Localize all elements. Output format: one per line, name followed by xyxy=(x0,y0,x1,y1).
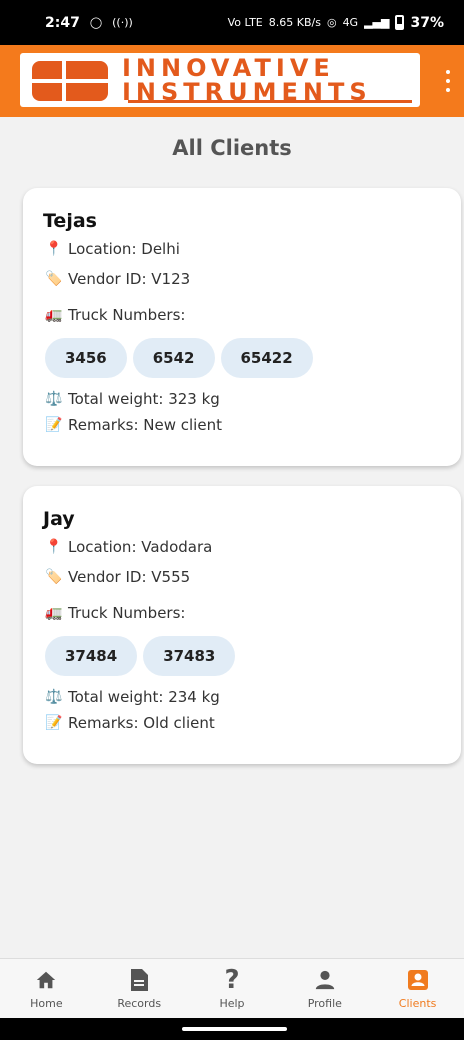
memo-icon: 📝 xyxy=(45,417,63,433)
truck-number-chip[interactable]: 65422 xyxy=(220,338,313,378)
client-name: Jay xyxy=(43,508,75,530)
tag-icon: 🏷️ xyxy=(45,271,63,287)
network-type: 4G xyxy=(342,16,359,29)
gesture-bar xyxy=(0,1018,464,1040)
client-total-weight: Total weight: 323 kg xyxy=(68,390,220,408)
scale-icon: ⚖️ xyxy=(45,391,63,407)
nav-item-home[interactable]: Home xyxy=(0,959,93,1018)
truck-number-list: 3456 6542 65422 xyxy=(45,338,441,378)
logo-text: INNOVATIVE INSTRUMENTS xyxy=(122,56,372,104)
page-title: All Clients xyxy=(172,136,292,160)
status-time: 2:47 xyxy=(45,14,80,31)
client-total-weight: Total weight: 234 kg xyxy=(68,688,220,706)
whatsapp-icon: ◯ xyxy=(89,16,103,29)
clients-icon xyxy=(406,967,430,993)
status-bar: 2:47 ◯ ((·)) Vo LTE 8.65 KB/s ◎ 4G ▂▄▆ 3… xyxy=(0,0,464,45)
battery-level: 37% xyxy=(410,14,444,31)
truck-numbers-label: Truck Numbers: xyxy=(68,306,186,324)
screen: 2:47 ◯ ((·)) Vo LTE 8.65 KB/s ◎ 4G ▂▄▆ 3… xyxy=(0,0,464,1040)
nav-label: Profile xyxy=(307,997,342,1010)
client-vendor-id: Vendor ID: V123 xyxy=(68,270,191,288)
bottom-nav: Home Records ? Help Profile Clients xyxy=(0,958,464,1018)
battery-icon xyxy=(395,15,405,30)
nav-item-clients[interactable]: Clients xyxy=(371,959,464,1018)
logo-line-1: INNOVATIVE xyxy=(122,54,335,82)
truck-number-chip[interactable]: 37484 xyxy=(45,636,138,676)
profile-icon xyxy=(314,967,336,993)
volte-label: Vo LTE xyxy=(227,16,263,29)
truck-icon: 🚛 xyxy=(45,307,63,323)
client-name: Tejas xyxy=(43,210,97,232)
logo-mark-icon xyxy=(24,57,112,103)
wifi-icon: ◎ xyxy=(326,16,337,29)
client-remarks: Remarks: New client xyxy=(68,416,222,434)
client-card[interactable]: Tejas 📍 Location: Delhi 🏷️ Vendor ID: V1… xyxy=(23,188,461,466)
truck-numbers-label: Truck Numbers: xyxy=(68,604,186,622)
location-pin-icon: 📍 xyxy=(45,241,63,257)
scale-icon: ⚖️ xyxy=(45,689,63,705)
home-indicator[interactable] xyxy=(182,1027,287,1031)
nav-label: Clients xyxy=(398,997,437,1010)
nav-item-profile[interactable]: Profile xyxy=(278,959,371,1018)
nav-label: Home xyxy=(30,997,63,1010)
document-icon xyxy=(129,967,149,993)
hotspot-icon: ((·)) xyxy=(112,16,133,29)
truck-number-chip[interactable]: 37483 xyxy=(143,636,236,676)
location-pin-icon: 📍 xyxy=(45,539,63,555)
truck-number-chip[interactable]: 6542 xyxy=(132,338,215,378)
speed-label: 8.65 KB/s xyxy=(268,16,321,29)
truck-number-chip[interactable]: 3456 xyxy=(45,338,127,378)
client-location: Location: Delhi xyxy=(68,240,180,258)
brand-logo: INNOVATIVE INSTRUMENTS xyxy=(20,53,420,107)
truck-number-list: 37484 37483 xyxy=(45,636,441,676)
client-vendor-id: Vendor ID: V555 xyxy=(68,568,191,586)
signal-icon: ▂▄▆ xyxy=(364,16,390,29)
client-location: Location: Vadodara xyxy=(68,538,213,556)
nav-item-help[interactable]: ? Help xyxy=(186,959,279,1018)
nav-item-records[interactable]: Records xyxy=(93,959,186,1018)
app-bar: INNOVATIVE INSTRUMENTS xyxy=(0,45,464,117)
nav-label: Help xyxy=(219,997,245,1010)
truck-icon: 🚛 xyxy=(45,605,63,621)
home-icon xyxy=(35,967,57,993)
nav-label: Records xyxy=(117,997,162,1010)
client-card[interactable]: Jay 📍 Location: Vadodara 🏷️ Vendor ID: V… xyxy=(23,486,461,764)
memo-icon: 📝 xyxy=(45,715,63,731)
help-icon: ? xyxy=(224,965,240,995)
logo-underline xyxy=(128,100,412,103)
client-remarks: Remarks: Old client xyxy=(68,714,215,732)
overflow-menu-icon[interactable] xyxy=(438,67,458,95)
tag-icon: 🏷️ xyxy=(45,569,63,585)
